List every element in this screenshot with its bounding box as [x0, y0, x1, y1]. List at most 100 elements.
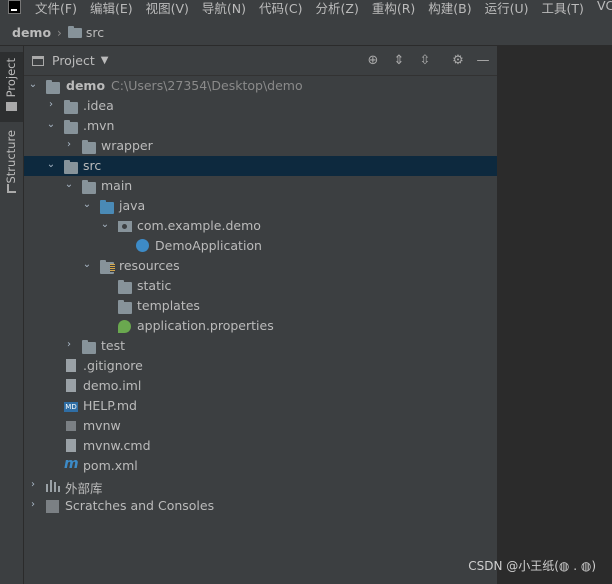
chevron-down-icon[interactable]: ⌄ [46, 159, 56, 171]
structure-tab-label: Structure [4, 130, 18, 184]
menu-navigate[interactable]: 导航(N) [202, 0, 246, 17]
menu-view[interactable]: 视图(V) [146, 0, 189, 17]
intellij-logo-icon [8, 0, 21, 14]
gitignore-file-icon [66, 359, 76, 372]
tree-item-static[interactable]: static [24, 276, 497, 296]
tree-item-help-md[interactable]: MD HELP.md [24, 396, 497, 416]
structure-tab-icon [7, 184, 16, 193]
chevron-down-icon[interactable]: ⌄ [100, 219, 110, 231]
tree-item-label: 外部库 [65, 481, 103, 496]
folder-icon [67, 25, 82, 38]
gear-icon[interactable]: ⚙ [451, 54, 465, 68]
chevron-down-icon[interactable]: ⌄ [28, 79, 38, 91]
tree-item-label: application.properties [137, 318, 274, 333]
tree-item-label: HELP.md [83, 398, 137, 413]
menu-run[interactable]: 运行(U) [485, 0, 529, 17]
tree-item-label: demo C:\Users\27354\Desktop\demo [66, 78, 303, 93]
tree-item-mvnw-cmd[interactable]: mvnw.cmd [24, 436, 497, 456]
menu-items: 文件(F) 编辑(E) 视图(V) 导航(N) 代码(C) 分析(Z) 重构(R… [35, 0, 612, 17]
panel-title[interactable]: Project [52, 53, 95, 68]
chevron-down-icon[interactable]: ⌄ [82, 199, 92, 211]
menu-build[interactable]: 构建(B) [428, 0, 471, 17]
tree-item-label: java [119, 198, 146, 213]
chevron-right-icon[interactable]: › [46, 99, 56, 111]
tree-item-src[interactable]: ⌄ src [24, 156, 497, 176]
tree-item-demo-iml[interactable]: demo.iml [24, 376, 497, 396]
scratches-icon [46, 500, 59, 513]
project-name: demo [66, 78, 106, 93]
locate-file-icon[interactable]: ⊕ [366, 54, 380, 68]
tree-item-external-libraries[interactable]: › 外部库 [24, 476, 497, 496]
resources-marker-icon [110, 264, 115, 272]
editor-area[interactable] [497, 46, 612, 584]
tree-item-label: mvnw.cmd [83, 438, 151, 453]
collapse-all-icon[interactable]: ⇳ [418, 54, 432, 68]
folder-icon [64, 100, 78, 114]
tree-item-label: src [83, 158, 102, 173]
hide-panel-icon[interactable]: — [476, 54, 490, 68]
folder-icon [82, 140, 96, 154]
expand-all-icon[interactable]: ⇕ [392, 54, 406, 68]
tree-item-resources[interactable]: ⌄ resources [24, 256, 497, 276]
tree-item-pom-xml[interactable]: m pom.xml [24, 456, 497, 476]
watermark: CSDN @小王纸(◍ . ◍) [468, 559, 596, 573]
tree-item-label: .gitignore [83, 358, 143, 373]
main-menu-bar: 文件(F) 编辑(E) 视图(V) 导航(N) 代码(C) 分析(Z) 重构(R… [0, 0, 612, 18]
tree-item-label: test [101, 338, 126, 353]
chevron-down-icon[interactable]: ⌄ [64, 179, 74, 191]
tree-item-test[interactable]: › test [24, 336, 497, 356]
iml-file-icon [66, 379, 76, 392]
project-view-icon [32, 55, 44, 66]
chevron-right-icon[interactable]: › [28, 499, 38, 511]
folder-icon [118, 300, 132, 314]
tree-item-mvnw[interactable]: mvnw [24, 416, 497, 436]
tree-item-label: Scratches and Consoles [65, 498, 215, 513]
project-tab-icon [6, 102, 17, 111]
tree-item-idea[interactable]: › .idea [24, 96, 497, 116]
chevron-down-icon[interactable]: ⌄ [46, 119, 56, 131]
project-path: C:\Users\27354\Desktop\demo [111, 78, 303, 93]
breadcrumb-separator-icon: › [57, 25, 62, 40]
tree-item-demoapplication[interactable]: DemoApplication [24, 236, 497, 256]
tree-item-label: demo.iml [83, 378, 142, 393]
tree-item-main[interactable]: ⌄ main [24, 176, 497, 196]
chevron-right-icon[interactable]: › [64, 339, 74, 351]
spring-properties-icon [118, 320, 131, 333]
menu-vcs[interactable]: VCS [597, 0, 612, 17]
spring-boot-class-icon [136, 239, 149, 252]
tree-item-label: DemoApplication [155, 238, 262, 253]
package-icon [118, 221, 132, 232]
project-tab-label: Project [4, 58, 18, 98]
tree-item-package[interactable]: ⌄ com.example.demo [24, 216, 497, 236]
project-tool-tab[interactable]: Project [0, 52, 23, 122]
breadcrumb-folder[interactable]: src [86, 25, 104, 40]
tree-item-scratches[interactable]: › Scratches and Consoles [24, 496, 497, 516]
shell-script-icon [66, 421, 76, 431]
menu-refactor[interactable]: 重构(R) [372, 0, 415, 17]
tree-item-mvn[interactable]: ⌄ .mvn [24, 116, 497, 136]
chevron-down-icon[interactable]: ▼ [101, 55, 109, 66]
menu-tools[interactable]: 工具(T) [542, 0, 584, 17]
project-panel-header: Project ▼ ⊕ ⇕ ⇳ ⚙ — [24, 46, 497, 76]
library-icon [46, 480, 60, 492]
tree-item-templates[interactable]: templates [24, 296, 497, 316]
menu-file[interactable]: 文件(F) [35, 0, 77, 17]
chevron-right-icon[interactable]: › [28, 479, 38, 491]
chevron-right-icon[interactable]: › [64, 139, 74, 151]
chevron-down-icon[interactable]: ⌄ [82, 259, 92, 271]
tree-item-java[interactable]: ⌄ java [24, 196, 497, 216]
tree-item-label: main [101, 178, 133, 193]
menu-edit[interactable]: 编辑(E) [90, 0, 133, 17]
tree-item-demo[interactable]: ⌄ demo C:\Users\27354\Desktop\demo [24, 76, 497, 96]
folder-icon [64, 120, 78, 134]
tree-item-wrapper[interactable]: › wrapper [24, 136, 497, 156]
tree-item-label: wrapper [101, 138, 153, 153]
tree-item-label: resources [119, 258, 180, 273]
folder-icon [118, 280, 132, 294]
breadcrumb-project[interactable]: demo [12, 25, 51, 40]
structure-tool-tab[interactable]: Structure [0, 126, 23, 198]
menu-code[interactable]: 代码(C) [259, 0, 302, 17]
tree-item-gitignore[interactable]: .gitignore [24, 356, 497, 376]
menu-analyze[interactable]: 分析(Z) [316, 0, 359, 17]
tree-item-application-properties[interactable]: application.properties [24, 316, 497, 336]
